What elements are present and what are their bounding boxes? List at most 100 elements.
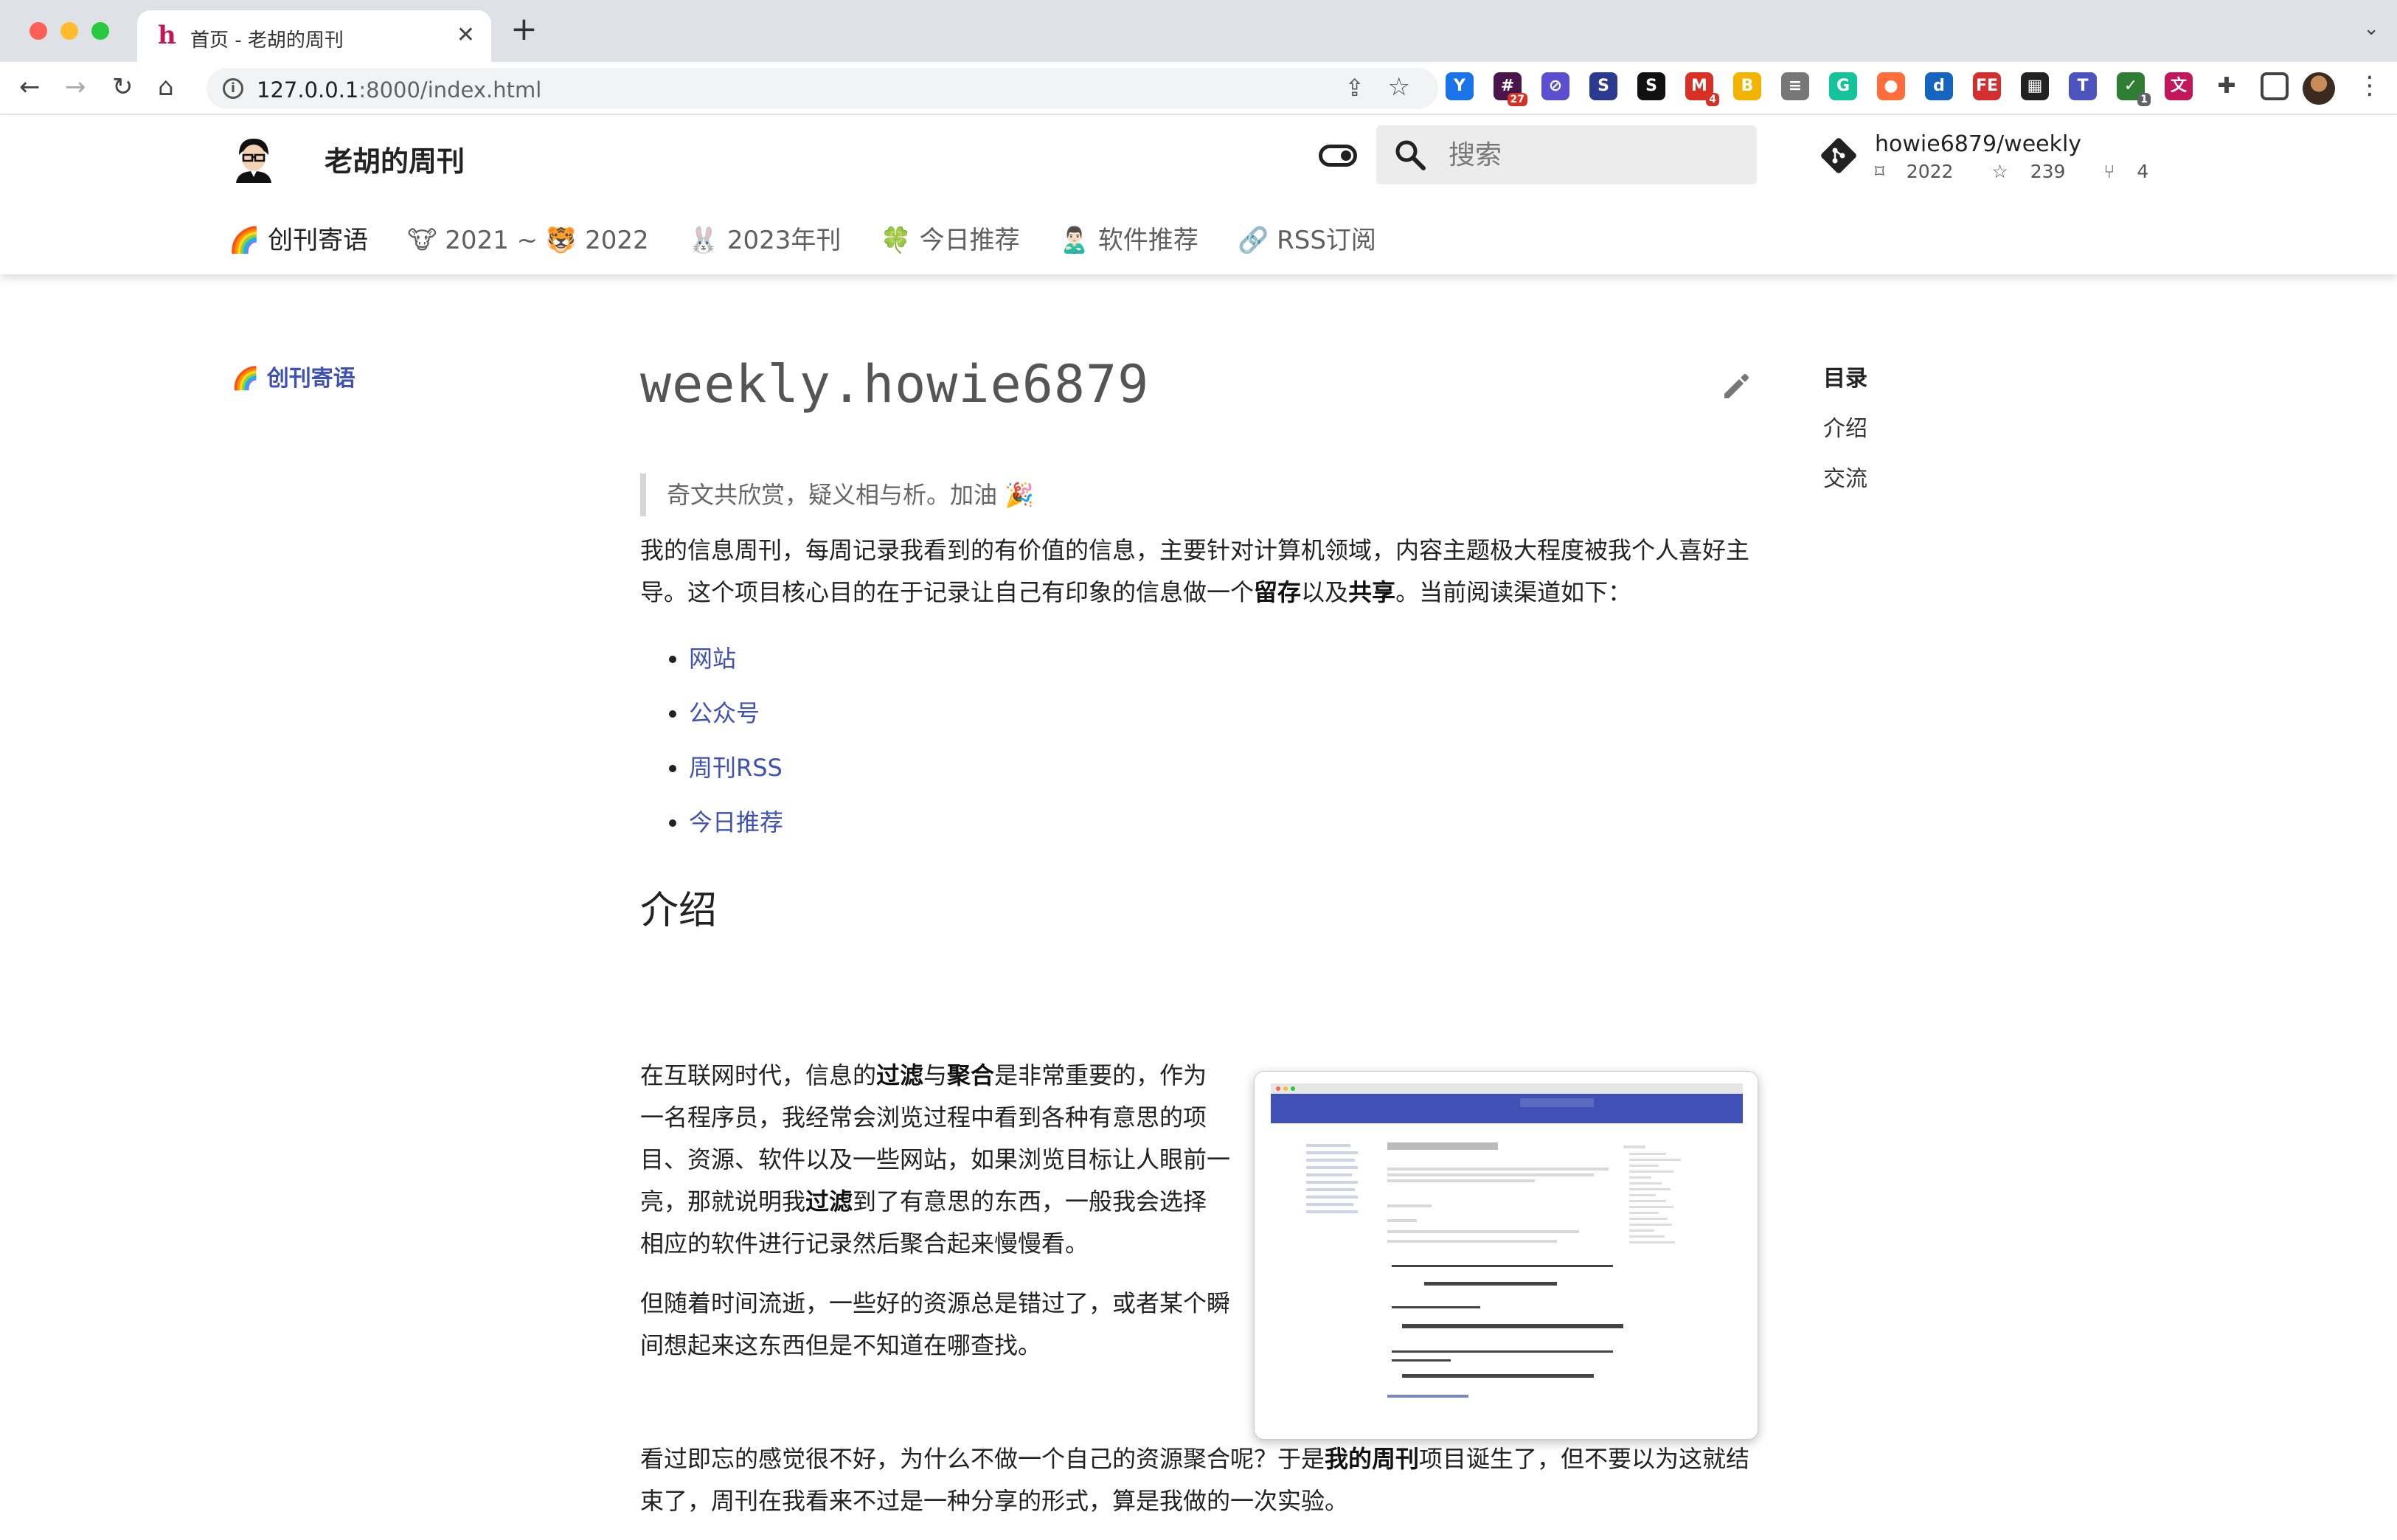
tab-rss[interactable]: 🔗 RSS订阅 xyxy=(1238,220,1376,256)
intro-bold-liucun: 留存 xyxy=(1254,578,1302,606)
browser-tab-bar: h 首页 - 老胡的周刊 ✕ + ⌄ xyxy=(0,0,2397,62)
ext-grammarly-icon[interactable]: G xyxy=(1829,72,1857,100)
intro-para-4: 看过即忘的感觉很不好，为什么不做一个自己的资源聚合呢？于是我的周刊项目诞生了，但… xyxy=(640,1438,1758,1522)
bookmark-star-icon[interactable]: ☆ xyxy=(1388,72,1410,102)
tab-search-chevron-icon[interactable]: ⌄ xyxy=(2363,18,2379,40)
toc-item-exchange[interactable]: 交流 xyxy=(1823,460,1867,493)
site-header: 老胡的周刊 howie6879/weekly ⌑ 2022 ☆ 239 ⑂ 4 … xyxy=(0,117,2397,274)
browser-tab-active[interactable]: h 首页 - 老胡的周刊 ✕ xyxy=(137,10,491,62)
extensions-puzzle-icon[interactable]: ✚ xyxy=(2213,72,2241,100)
git-diamond-icon xyxy=(1821,138,1856,173)
tab-title: 首页 - 老胡的周刊 xyxy=(190,30,344,52)
browser-menu-kebab-icon[interactable]: ⋮ xyxy=(2357,71,2382,100)
ext-table-icon[interactable]: ▦ xyxy=(2021,72,2049,100)
edit-pencil-icon[interactable] xyxy=(1718,369,1754,404)
ext-s-icon[interactable]: S xyxy=(1589,72,1617,100)
ext-d-icon[interactable]: d xyxy=(1925,72,1953,100)
share-icon[interactable]: ⇪ xyxy=(1345,74,1364,102)
theme-toggle-icon[interactable] xyxy=(1319,145,1357,167)
ext-s2-icon[interactable]: S xyxy=(1637,72,1665,100)
blockquote: 奇文共欣赏，疑义相与析。加油 🎉 xyxy=(640,474,1758,516)
home-icon[interactable]: ⌂ xyxy=(158,72,174,102)
intro-section-text: 在互联网时代，信息的过滤与聚合是非常重要的，作为一名程序员，我经常会浏览过程中看… xyxy=(640,1055,1230,1367)
reload-icon[interactable]: ↻ xyxy=(112,72,133,102)
ext-slack-icon[interactable]: #27 xyxy=(1494,72,1527,106)
list-item: 网站 xyxy=(689,631,1758,686)
repo-stars: ☆ 239 xyxy=(1991,161,2081,182)
search-box[interactable] xyxy=(1376,125,1757,184)
ext-y-icon[interactable]: Y xyxy=(1446,72,1474,100)
ext-fe-icon[interactable]: FE xyxy=(1973,72,2001,100)
list-item: 公众号 xyxy=(689,686,1758,740)
minimize-window-button[interactable] xyxy=(60,22,78,40)
ext-shield-icon[interactable]: ✓ 1 xyxy=(2117,72,2151,106)
forward-arrow-icon[interactable]: → xyxy=(65,72,86,102)
p2-text-mid: 与 xyxy=(923,1061,948,1089)
ext-teams-icon[interactable]: T xyxy=(2069,72,2097,100)
extensions-toolbar: Y #27 ⊘ S S M 4 B ≡ G ● d FE ▦ T ✓ 1 文 ✚ xyxy=(1446,72,2397,106)
repo-tag-value: 2022 xyxy=(1906,161,1954,182)
list-item: 周刊RSS xyxy=(689,740,1758,795)
ext-link-icon[interactable]: ⊘ xyxy=(1541,72,1569,100)
p2-bold-guolv-2: 过滤 xyxy=(805,1187,853,1215)
tab-2021-2022[interactable]: 🐮 2021 ~ 🐯 2022 xyxy=(407,226,648,255)
tab-2023-annual[interactable]: 🐰 2023年刊 xyxy=(688,220,842,256)
ext-fire-icon[interactable]: ● xyxy=(1877,72,1905,100)
ext-translate-icon[interactable]: 文 xyxy=(2165,72,2193,100)
site-info-icon[interactable]: i xyxy=(223,78,243,99)
ext-badge-count: 1 xyxy=(2137,93,2151,106)
toc-title: 目录 xyxy=(1823,366,1867,392)
profile-avatar[interactable] xyxy=(2303,72,2335,105)
intro-bold-gongxiang: 共享 xyxy=(1348,578,1396,606)
repo-forks: ⑂ 4 xyxy=(2103,161,2165,182)
toc-item-intro[interactable]: 介绍 xyxy=(1823,410,1867,443)
repo-link[interactable]: howie6879/weekly ⌑ 2022 ☆ 239 ⑂ 4 xyxy=(1819,131,2148,190)
address-bar[interactable]: i 127.0.0.1:8000/index.html ⇪ ☆ xyxy=(207,68,1438,109)
side-panel-icon[interactable] xyxy=(2261,72,2289,100)
sidebar-item-chuangkan-jiyu[interactable]: 🌈 创刊寄语 xyxy=(232,360,355,392)
url-text[interactable]: 127.0.0.1:8000/index.html xyxy=(257,77,541,103)
ext-badge-count: 4 xyxy=(1706,93,1719,106)
search-input[interactable] xyxy=(1447,134,1742,176)
back-arrow-icon[interactable]: ← xyxy=(19,72,41,102)
repo-name: howie6879/weekly xyxy=(1875,131,2082,157)
site-title[interactable]: 老胡的周刊 xyxy=(325,139,465,179)
page-title: weekly.howie6879 xyxy=(640,354,1150,415)
repo-tag: ⌑ 2022 xyxy=(1875,161,1969,182)
intro-para-3: 但随着时间流逝，一些好的资源总是错过了，或者某个瞬间想起来这东西但是不知道在哪查… xyxy=(640,1289,1231,1359)
close-window-button[interactable] xyxy=(30,22,47,40)
intro-paragraph: 我的信息周刊，每周记录我看到的有价值的信息，主要针对计算机领域，内容主题极大程度… xyxy=(640,530,1758,614)
repo-forks-value: 4 xyxy=(2137,161,2149,182)
ext-badge-count: 27 xyxy=(1507,93,1527,106)
list-item: 今日推荐 xyxy=(689,795,1758,850)
ext-reader-icon[interactable]: ≡ xyxy=(1781,72,1809,100)
intro-para-2: 在互联网时代，信息的过滤与聚合是非常重要的，作为一名程序员，我经常会浏览过程中看… xyxy=(640,1055,1230,1265)
screenshot-thumbnail xyxy=(1255,1072,1758,1439)
ext-gmail-icon[interactable]: M4 xyxy=(1685,72,1719,106)
url-path: :8000/index.html xyxy=(358,77,542,103)
maximize-window-button[interactable] xyxy=(91,22,109,40)
tab-today-recommend[interactable]: 🍀 今日推荐 xyxy=(880,220,1019,256)
ext-book-icon[interactable]: B xyxy=(1733,72,1761,100)
url-host: 127.0.0.1 xyxy=(257,77,359,103)
site-logo-avatar[interactable] xyxy=(229,133,279,183)
p2-text-a: 在互联网时代，信息的 xyxy=(640,1061,877,1089)
link-today-recommend[interactable]: 今日推荐 xyxy=(689,808,783,836)
site-favicon-icon: h xyxy=(158,21,176,50)
section-heading-intro: 介绍 xyxy=(640,889,718,933)
site-tabs: 🌈 创刊寄语 🐮 2021 ~ 🐯 2022 🐰 2023年刊 🍀 今日推荐 🙎… xyxy=(229,220,1412,264)
link-wechat[interactable]: 公众号 xyxy=(689,699,760,727)
tag-icon: ⌑ xyxy=(1875,161,1884,182)
link-weekly-rss[interactable]: 周刊RSS xyxy=(689,754,783,782)
p4-bold-my-weekly: 我的周刊 xyxy=(1325,1445,1420,1473)
tab-chuangkan-jiyu[interactable]: 🌈 创刊寄语 xyxy=(229,220,368,256)
p2-bold-guolv: 过滤 xyxy=(876,1061,924,1089)
close-tab-icon[interactable]: ✕ xyxy=(457,22,475,48)
left-sidebar: 🌈 创刊寄语 xyxy=(232,360,355,392)
intro-para-4-block: 看过即忘的感觉很不好，为什么不做一个自己的资源聚合呢？于是我的周刊项目诞生了，但… xyxy=(640,1438,1758,1522)
intro-text-c: 。当前阅读渠道如下： xyxy=(1395,578,1632,606)
new-tab-plus-icon[interactable]: + xyxy=(510,13,538,46)
tab-software-recommend[interactable]: 🙎🏻‍♂️ 软件推荐 xyxy=(1059,220,1198,256)
link-website[interactable]: 网站 xyxy=(689,645,736,673)
p4-text-a: 看过即忘的感觉很不好，为什么不做一个自己的资源聚合呢？于是 xyxy=(640,1445,1325,1473)
